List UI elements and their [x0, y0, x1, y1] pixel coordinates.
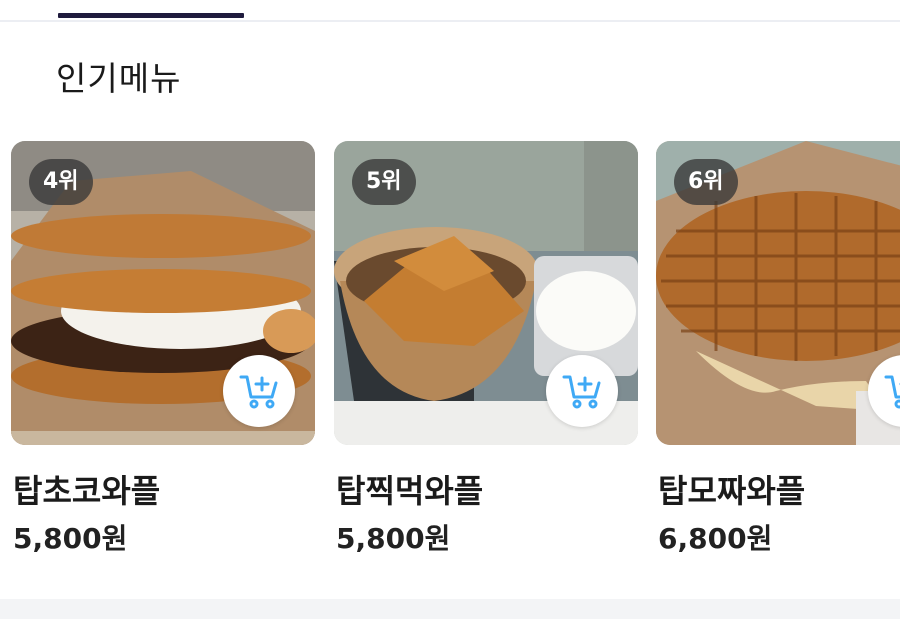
menu-price: 5,800원: [13, 522, 128, 555]
add-to-cart-button[interactable]: [223, 355, 295, 427]
menu-card[interactable]: 6위 탑모짜와플 6,800원: [656, 141, 900, 555]
add-cart-icon: [239, 375, 278, 409]
menu-image[interactable]: 4위: [11, 141, 315, 445]
menu-image[interactable]: 6위: [656, 141, 900, 445]
menu-price: 6,800원: [658, 522, 773, 555]
menu-name[interactable]: 탑찍먹와플: [336, 466, 483, 512]
popular-menu-carousel[interactable]: 4위 탑초코와플 5,800원 5위 탑찍먹와플 5,800원 6위 탑모짜와플…: [0, 141, 900, 571]
add-cart-icon: [884, 375, 900, 409]
active-tab-indicator: [58, 13, 244, 18]
rank-badge: 5위: [352, 159, 416, 205]
tab-bar: [0, 0, 900, 22]
menu-name[interactable]: 탑모짜와플: [658, 466, 805, 512]
rank-badge: 4위: [29, 159, 93, 205]
menu-name[interactable]: 탑초코와플: [13, 466, 160, 512]
menu-card[interactable]: 5위 탑찍먹와플 5,800원: [334, 141, 638, 555]
rank-badge: 6위: [674, 159, 738, 205]
add-to-cart-button[interactable]: [546, 355, 618, 427]
section-divider: [0, 599, 900, 619]
section-title: 인기메뉴: [56, 59, 182, 98]
menu-card[interactable]: 4위 탑초코와플 5,800원: [11, 141, 315, 555]
menu-price: 5,800원: [336, 522, 451, 555]
add-cart-icon: [562, 375, 601, 409]
menu-image[interactable]: 5위: [334, 141, 638, 445]
